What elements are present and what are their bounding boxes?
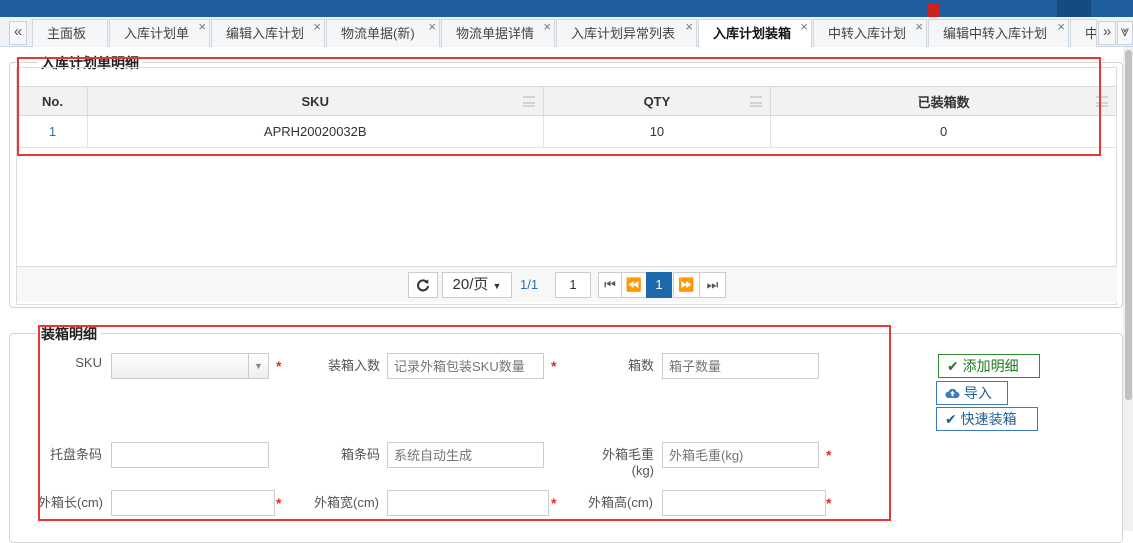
tab-label: 入库计划装箱 bbox=[713, 26, 792, 41]
tab-label: 入库计划单 bbox=[124, 26, 190, 41]
refresh-button[interactable] bbox=[408, 272, 438, 298]
tab-inbound-plan-packing[interactable]: 入库计划装箱 × bbox=[698, 19, 812, 48]
add-detail-label: 添加明细 bbox=[962, 358, 1019, 374]
close-icon[interactable]: × bbox=[1057, 20, 1065, 40]
tab-label: 编辑中转入库计划 bbox=[943, 26, 1048, 41]
tab-inbound-plan-exceptions[interactable]: 入库计划异常列表 × bbox=[556, 19, 697, 47]
page-size-value: 20/页 bbox=[452, 276, 489, 293]
close-icon[interactable]: × bbox=[313, 20, 321, 40]
import-label: 导入 bbox=[963, 385, 992, 401]
tab-label: 中 bbox=[1085, 26, 1097, 41]
tab-label: 编辑入库计划 bbox=[226, 26, 305, 41]
tab-label: 物流单据详情 bbox=[456, 26, 535, 41]
caret-down-icon: ▼ bbox=[492, 281, 502, 291]
tab-truncated[interactable]: 中 bbox=[1070, 19, 1097, 47]
prev-page-button[interactable]: ⏪ bbox=[621, 272, 647, 298]
page-scrollbar-thumb[interactable] bbox=[1125, 50, 1132, 400]
tab-label: 物流单据(新) bbox=[341, 26, 415, 41]
close-icon[interactable]: × bbox=[915, 20, 923, 40]
tab-scroll-right-button[interactable]: » bbox=[1098, 21, 1116, 45]
close-icon[interactable]: × bbox=[800, 20, 808, 40]
notification-icon[interactable] bbox=[928, 4, 940, 17]
tab-more-button[interactable]: ⩔ bbox=[1117, 21, 1133, 45]
pagination-bar: 20/页 ▼ 1/1 1 ⏮ ⏪ 1 ⏩ ⏭ bbox=[17, 266, 1117, 302]
page-number-input[interactable]: 1 bbox=[555, 272, 591, 298]
page-button-current[interactable]: 1 bbox=[646, 272, 672, 298]
close-icon[interactable]: × bbox=[685, 20, 693, 40]
tab-logistics-doc-new[interactable]: 物流单据(新) × bbox=[326, 19, 440, 47]
quick-pack-label: 快速装箱 bbox=[960, 411, 1017, 427]
tab-label: 主面板 bbox=[47, 26, 87, 41]
tab-edit-inbound-plan[interactable]: 编辑入库计划 × bbox=[211, 19, 325, 47]
tab-label: 中转入库计划 bbox=[828, 26, 907, 41]
first-page-button[interactable]: ⏮ bbox=[598, 272, 622, 298]
tab-label: 入库计划异常列表 bbox=[571, 26, 676, 41]
close-icon[interactable]: × bbox=[428, 20, 436, 40]
prev-page-icon: ⏪ bbox=[625, 277, 643, 292]
page-info: 1/1 bbox=[520, 277, 539, 292]
page-size-select[interactable]: 20/页 ▼ bbox=[442, 272, 512, 298]
close-icon[interactable]: × bbox=[543, 20, 551, 40]
cloud-upload-icon bbox=[945, 388, 960, 399]
first-page-icon: ⏮ bbox=[604, 277, 616, 292]
quick-pack-button[interactable]: ✔ 快速装箱 bbox=[936, 407, 1038, 431]
check-icon: ✔ bbox=[947, 358, 959, 374]
last-page-icon: ⏭ bbox=[706, 277, 719, 292]
last-page-button[interactable]: ⏭ bbox=[699, 272, 726, 298]
tab-dashboard[interactable]: 主面板 bbox=[32, 19, 108, 47]
next-page-icon: ⏩ bbox=[678, 277, 695, 292]
next-page-button[interactable]: ⏩ bbox=[673, 272, 700, 298]
user-menu-button[interactable] bbox=[1057, 0, 1091, 17]
tab-scroll-left-button[interactable]: « bbox=[9, 21, 27, 45]
tab-inbound-plan-list[interactable]: 入库计划单 × bbox=[109, 19, 210, 47]
highlight-box-plan-detail bbox=[17, 57, 1101, 156]
tab-strip: « 主面板 入库计划单 × 编辑入库计划 × 物流单据(新) × 物流单据详情 … bbox=[0, 17, 1133, 48]
close-icon[interactable]: × bbox=[198, 20, 206, 40]
import-button[interactable]: 导入 bbox=[936, 381, 1008, 405]
check-icon: ✔ bbox=[945, 411, 957, 427]
tab-logistics-doc-detail[interactable]: 物流单据详情 × bbox=[441, 19, 555, 47]
refresh-icon bbox=[417, 279, 429, 292]
tab-transfer-inbound-plan[interactable]: 中转入库计划 × bbox=[813, 19, 927, 47]
top-header-bar bbox=[0, 0, 1133, 17]
tab-edit-transfer-inbound-plan[interactable]: 编辑中转入库计划 × bbox=[928, 19, 1069, 47]
highlight-box-packing-form bbox=[38, 325, 891, 521]
add-detail-button[interactable]: ✔ 添加明细 bbox=[938, 354, 1040, 378]
